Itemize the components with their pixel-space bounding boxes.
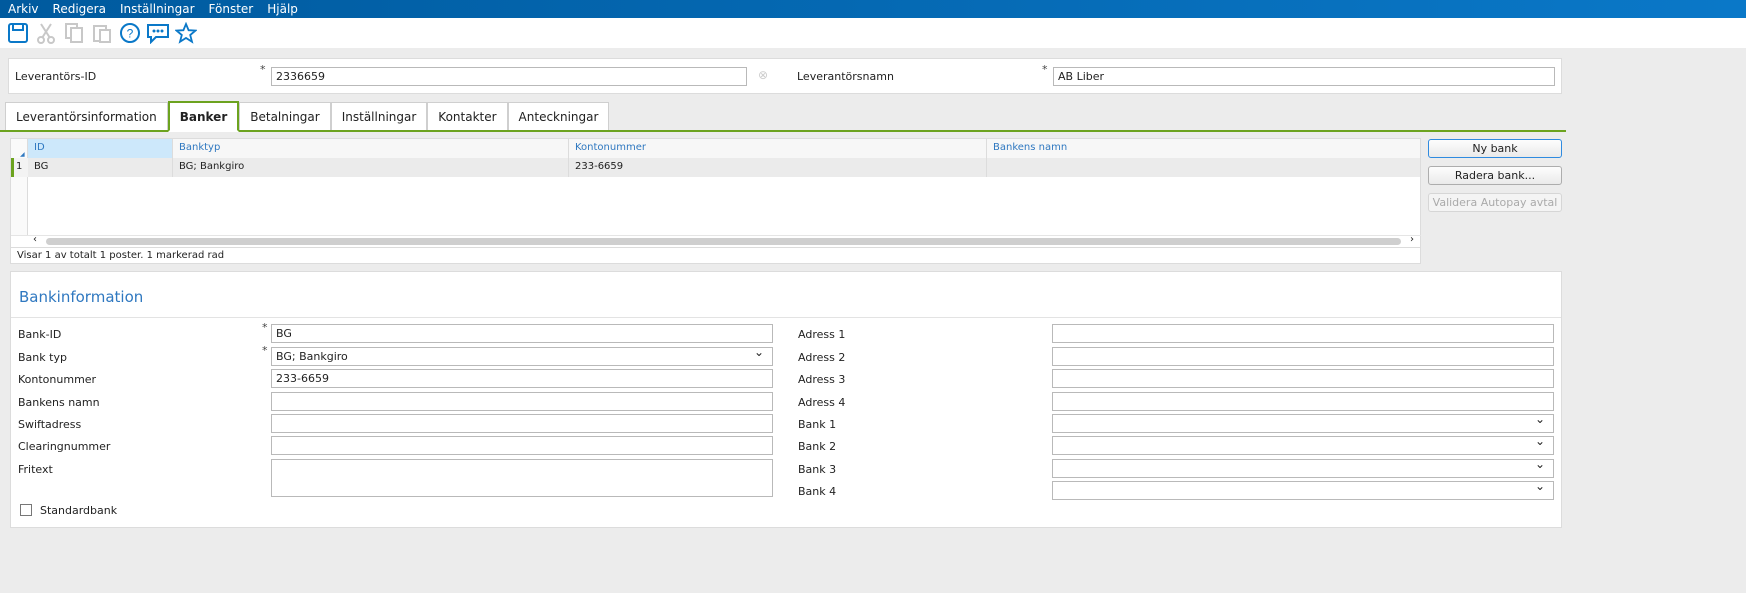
adress-3-label: Adress 3 — [798, 373, 846, 386]
validate-autopay-button[interactable]: Validera Autopay avtal — [1428, 193, 1562, 212]
adress-1-label: Adress 1 — [798, 328, 846, 341]
scroll-left-icon[interactable]: ‹ — [33, 234, 37, 245]
help-icon[interactable]: ? — [118, 21, 142, 45]
fritext-input[interactable] — [271, 459, 773, 497]
adress-2-label: Adress 2 — [798, 351, 846, 364]
adress-2-input[interactable] — [1052, 347, 1554, 366]
required-marker: * — [1042, 63, 1048, 76]
bank-4-select[interactable] — [1052, 481, 1554, 500]
bank-1-label: Bank 1 — [798, 418, 837, 431]
cut-icon[interactable] — [34, 21, 58, 45]
bank-id-input[interactable]: BG — [271, 324, 773, 343]
svg-text:?: ? — [127, 27, 134, 41]
adress-4-label: Adress 4 — [798, 396, 846, 409]
supplier-name-input[interactable]: AB Liber — [1053, 67, 1555, 86]
row-number: 1 — [14, 158, 28, 177]
menu-hjalp[interactable]: Hjälp — [267, 2, 298, 16]
tab-leverantorsinformation[interactable]: Leverantörsinformation — [5, 102, 168, 131]
bank-4-label: Bank 4 — [798, 485, 837, 498]
menu-fonster[interactable]: Fönster — [209, 2, 254, 16]
delete-bank-button[interactable]: Radera bank... — [1428, 166, 1562, 185]
copy-icon[interactable] — [62, 21, 86, 45]
bank-2-select[interactable] — [1052, 436, 1554, 455]
bank-3-label: Bank 3 — [798, 463, 837, 476]
select-all-icon[interactable]: ◢ — [20, 151, 25, 158]
paste-icon[interactable] — [90, 21, 114, 45]
divider — [11, 317, 1561, 318]
bank-3-select[interactable] — [1052, 459, 1554, 478]
bankens-namn-input[interactable] — [271, 392, 773, 411]
new-bank-button[interactable]: Ny bank — [1428, 139, 1562, 158]
bank-2-label: Bank 2 — [798, 440, 837, 453]
bank-typ-select[interactable]: BG; Bankgiro — [271, 347, 773, 366]
section-title: Bankinformation — [19, 288, 144, 306]
column-header-bankens-namn[interactable]: Bankens namn — [987, 139, 1421, 158]
kontonummer-label: Kontonummer — [18, 373, 97, 386]
column-header-banktyp[interactable]: Banktyp — [173, 139, 569, 158]
required-marker: * — [260, 63, 266, 76]
tab-betalningar[interactable]: Betalningar — [239, 102, 331, 131]
tab-banker[interactable]: Banker — [167, 101, 240, 132]
supplier-name-label: Leverantörsnamn — [797, 70, 894, 83]
menu-redigera[interactable]: Redigera — [53, 2, 106, 16]
cell-kontonummer[interactable]: 233-6659 — [569, 158, 987, 177]
standardbank-label: Standardbank — [40, 504, 118, 517]
tab-kontakter[interactable]: Kontakter — [427, 102, 508, 131]
chat-icon[interactable] — [146, 21, 170, 45]
swiftadress-input[interactable] — [271, 414, 773, 433]
column-header-id[interactable]: ID — [28, 139, 173, 158]
favorite-star-icon[interactable] — [174, 21, 198, 45]
scrollbar-thumb[interactable] — [46, 238, 1401, 245]
grid-status: Visar 1 av totalt 1 poster. 1 markerad r… — [11, 247, 1421, 264]
kontonummer-input[interactable]: 233-6659 — [271, 369, 773, 388]
adress-1-input[interactable] — [1052, 324, 1554, 343]
supplier-header: Leverantörs-ID * 2336659 ⊗ Leverantörsna… — [8, 58, 1562, 94]
menu-arkiv[interactable]: Arkiv — [8, 2, 39, 16]
clear-icon[interactable]: ⊗ — [758, 68, 768, 82]
bankens-namn-label: Bankens namn — [18, 396, 100, 409]
bank-id-label: Bank-ID — [18, 328, 62, 341]
bank-typ-label: Bank typ — [18, 351, 67, 364]
tab-installningar[interactable]: Inställningar — [330, 102, 428, 131]
tab-bar: Leverantörsinformation Banker Betalninga… — [5, 101, 610, 132]
toolbar: ? — [0, 18, 1746, 48]
adress-3-input[interactable] — [1052, 369, 1554, 388]
supplier-id-input[interactable]: 2336659 — [271, 67, 747, 86]
required-marker: * — [262, 321, 268, 334]
standardbank-checkbox[interactable] — [20, 504, 32, 516]
horizontal-scrollbar[interactable]: ‹ › — [11, 234, 1421, 247]
banks-grid: ◢ ID Banktyp Kontonummer Bankens namn 1 … — [10, 138, 1421, 264]
clearingnummer-input[interactable] — [271, 436, 773, 455]
menu-bar: Arkiv Redigera Inställningar Fönster Hjä… — [0, 0, 1746, 18]
save-icon[interactable] — [6, 21, 30, 45]
fritext-label: Fritext — [18, 463, 53, 476]
cell-banktyp[interactable]: BG; Bankgiro — [173, 158, 569, 177]
cell-id[interactable]: BG — [28, 158, 173, 177]
adress-4-input[interactable] — [1052, 392, 1554, 411]
cell-bankens-namn[interactable] — [987, 158, 1421, 177]
required-marker: * — [262, 344, 268, 357]
column-header-kontonummer[interactable]: Kontonummer — [569, 139, 987, 158]
bank-1-select[interactable] — [1052, 414, 1554, 433]
clearingnummer-label: Clearingnummer — [18, 440, 111, 453]
tab-anteckningar[interactable]: Anteckningar — [507, 102, 610, 131]
menu-installningar[interactable]: Inställningar — [120, 2, 195, 16]
swiftadress-label: Swiftadress — [18, 418, 82, 431]
scroll-right-icon[interactable]: › — [1410, 234, 1414, 245]
supplier-id-label: Leverantörs-ID — [15, 70, 97, 83]
